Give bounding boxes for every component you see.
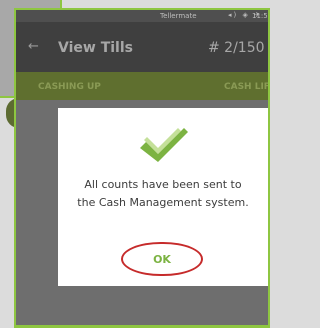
app-screen: Tellermate ◂) ◈ ✈ 11:5 ← View Tills # 2/… — [16, 10, 268, 325]
checkmark-icon — [140, 128, 188, 162]
ok-button[interactable]: OK — [121, 242, 203, 276]
tab-cash-lift[interactable]: CASH LIFT — [224, 82, 268, 92]
confirmation-dialog: All counts have been sent to the Cash Ma… — [58, 108, 268, 286]
page-title: View Tills — [58, 40, 133, 56]
tab-bar: CASHING UP CASH LIFT — [16, 72, 268, 100]
dialog-message: All counts have been sent to the Cash Ma… — [77, 178, 249, 209]
clock: 11:5 — [252, 12, 268, 20]
carrier-label: Tellermate — [160, 12, 197, 20]
back-arrow-icon[interactable]: ← — [28, 39, 39, 54]
tab-cashing-up[interactable]: CASHING UP — [38, 82, 101, 92]
toolbar: ← View Tills # 2/150 — [16, 22, 268, 72]
status-bar: Tellermate ◂) ◈ ✈ 11:5 — [16, 10, 268, 22]
till-count: # 2/150 — [208, 40, 265, 56]
